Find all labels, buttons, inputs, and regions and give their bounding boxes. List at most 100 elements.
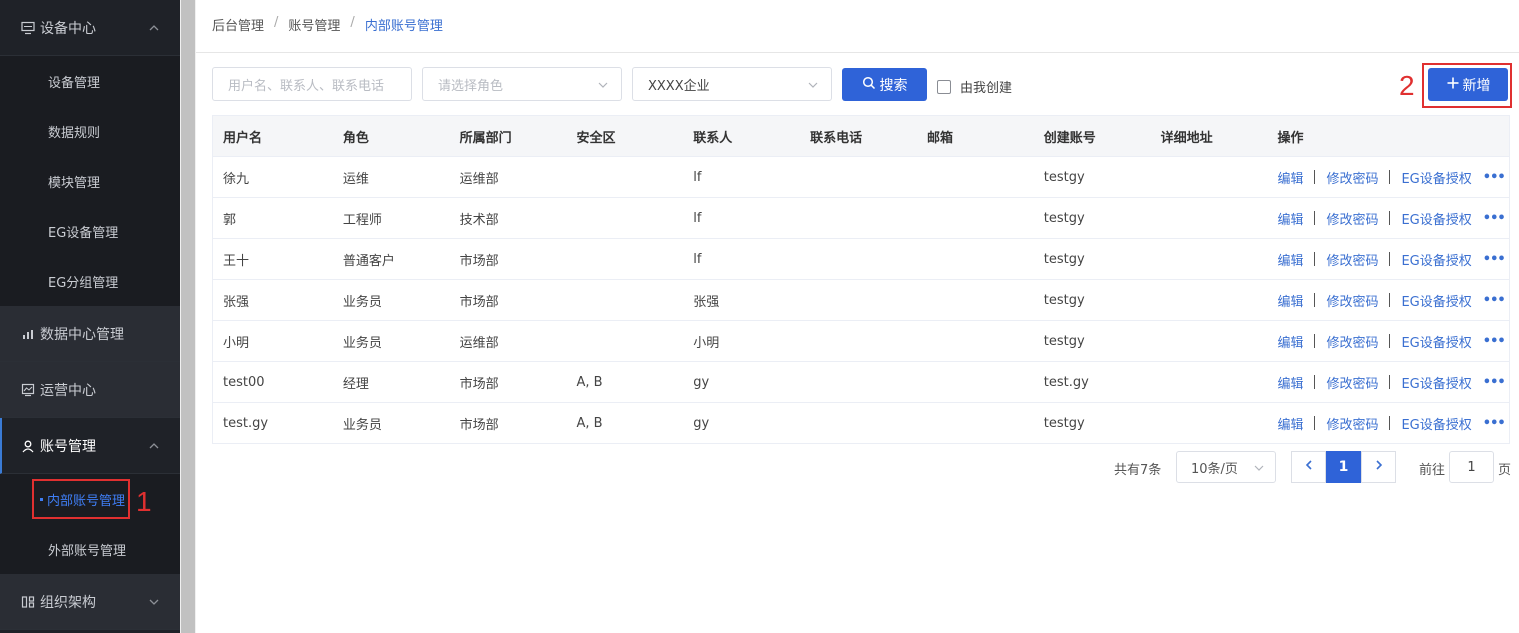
- sidebar-group-data-center[interactable]: 数据中心管理: [0, 306, 180, 362]
- plus-icon: [1446, 76, 1460, 94]
- column-header: 联系电话: [810, 130, 863, 146]
- edit-link[interactable]: 编辑: [1277, 209, 1303, 228]
- sidebar-group-device-center[interactable]: 设备中心: [0, 0, 180, 56]
- action-separator: [1389, 211, 1391, 225]
- table-row: 王十 普通客户 市场部 lf testgy 编辑 修改密码 EG设备授权 •••: [213, 239, 1509, 280]
- sidebar-scrollbar-thumb[interactable]: [181, 0, 195, 633]
- goto-page-input[interactable]: 1: [1449, 451, 1494, 483]
- table-row: 徐九 运维 运维部 lf testgy 编辑 修改密码 EG设备授权 •••: [213, 157, 1509, 198]
- more-icon[interactable]: •••: [1483, 334, 1506, 349]
- action-separator: [1314, 293, 1316, 307]
- sidebar-item-device-management[interactable]: 设备管理: [0, 56, 180, 106]
- sidebar-group-operations[interactable]: 运营中心: [0, 362, 180, 418]
- row-actions: 编辑 修改密码 EG设备授权 •••: [1267, 414, 1509, 433]
- pagination: 共有7条 10条/页 1 前往 1 页: [196, 451, 1519, 483]
- eg-device-auth-link[interactable]: EG设备授权: [1401, 168, 1471, 187]
- edit-link[interactable]: 编辑: [1277, 414, 1303, 433]
- eg-device-auth-link[interactable]: EG设备授权: [1401, 414, 1471, 433]
- sidebar-item-eg-device-management[interactable]: EG设备管理: [0, 206, 180, 256]
- table-cell: gy: [693, 415, 710, 431]
- breadcrumb: 后台管理 / 账号管理 / 内部账号管理: [212, 15, 443, 34]
- action-separator: [1314, 416, 1316, 430]
- table-cell: 郭: [223, 212, 237, 228]
- page-size-select[interactable]: 10条/页: [1176, 451, 1276, 483]
- table-cell: testgy: [1043, 251, 1085, 267]
- search-icon: [862, 76, 876, 94]
- action-separator: [1389, 375, 1391, 389]
- keyword-search-input[interactable]: 用户名、联系人、联系电话: [212, 67, 412, 101]
- more-icon[interactable]: •••: [1483, 293, 1506, 308]
- edit-link[interactable]: 编辑: [1277, 373, 1303, 392]
- eg-device-auth-link[interactable]: EG设备授权: [1401, 209, 1471, 228]
- breadcrumb-item[interactable]: 账号管理: [288, 15, 340, 34]
- table-cell: 市场部: [459, 417, 499, 433]
- more-icon[interactable]: •••: [1483, 416, 1506, 431]
- table-cell: gy: [693, 374, 710, 390]
- table-cell: A, B: [576, 374, 603, 390]
- eg-device-auth-link[interactable]: EG设备授权: [1401, 250, 1471, 269]
- sidebar-item-data-rules[interactable]: 数据规则: [0, 106, 180, 156]
- role-select[interactable]: 请选择角色: [422, 67, 622, 101]
- eg-device-auth-link[interactable]: EG设备授权: [1401, 291, 1471, 310]
- table-row: test00 经理 市场部 A, B gy test.gy 编辑 修改密码 EG设备授权 •••: [213, 362, 1509, 403]
- more-icon[interactable]: •••: [1483, 170, 1506, 185]
- table-cell: 业务员: [342, 335, 382, 351]
- eg-device-auth-link[interactable]: EG设备授权: [1401, 332, 1471, 351]
- table-cell: 技术部: [459, 212, 499, 228]
- action-separator: [1389, 416, 1391, 430]
- next-page-button[interactable]: [1361, 451, 1396, 483]
- table-cell: test.gy: [223, 415, 269, 431]
- prev-page-button[interactable]: [1291, 451, 1326, 483]
- more-icon[interactable]: •••: [1483, 375, 1506, 390]
- sidebar-item-eg-group-management[interactable]: EG分组管理: [0, 256, 180, 306]
- change-password-link[interactable]: 修改密码: [1326, 414, 1378, 433]
- add-button[interactable]: 新增: [1428, 68, 1508, 101]
- sidebar-group-label: 组织架构: [40, 594, 96, 611]
- more-icon[interactable]: •••: [1483, 211, 1506, 226]
- page-size-value: 10条/页: [1191, 461, 1238, 477]
- sidebar-item-module-management[interactable]: 模块管理: [0, 156, 180, 206]
- change-password-link[interactable]: 修改密码: [1326, 168, 1378, 187]
- edit-link[interactable]: 编辑: [1277, 291, 1303, 310]
- annotation-marker-2: 2: [1399, 70, 1415, 101]
- table-cell: 张强: [693, 294, 720, 310]
- change-password-link[interactable]: 修改密码: [1326, 209, 1378, 228]
- change-password-link[interactable]: 修改密码: [1326, 373, 1378, 392]
- sidebar-group-label: 数据中心管理: [40, 326, 124, 343]
- sidebar-item-label: EG分组管理: [48, 275, 119, 291]
- edit-link[interactable]: 编辑: [1277, 168, 1303, 187]
- company-select[interactable]: XXXX企业: [632, 67, 832, 101]
- breadcrumb-separator: /: [274, 15, 279, 30]
- chevron-up-icon: [148, 440, 160, 452]
- table-cell: 运维部: [459, 335, 499, 351]
- table-body: 徐九 运维 运维部 lf testgy 编辑 修改密码 EG设备授权 ••• 郭工程师 技术部 lf t…: [213, 157, 1509, 444]
- eg-device-auth-link[interactable]: EG设备授权: [1401, 373, 1471, 392]
- page-suffix: 页: [1498, 463, 1512, 478]
- table-row: 张强 业务员 市场部 张强 testgy 编辑 修改密码 EG设备授权 •••: [213, 280, 1509, 321]
- action-separator: [1389, 293, 1391, 307]
- sidebar-group-account-management[interactable]: 账号管理: [0, 418, 180, 474]
- change-password-link[interactable]: 修改密码: [1326, 332, 1378, 351]
- header-divider: [196, 52, 1519, 53]
- sidebar-group-organization[interactable]: 组织架构: [0, 574, 180, 630]
- table-cell: 张强: [223, 294, 250, 310]
- action-separator: [1314, 375, 1316, 389]
- created-by-me-checkbox[interactable]: 由我创建: [937, 77, 1012, 96]
- action-separator: [1314, 334, 1316, 348]
- more-icon[interactable]: •••: [1483, 252, 1506, 267]
- change-password-link[interactable]: 修改密码: [1326, 291, 1378, 310]
- edit-link[interactable]: 编辑: [1277, 250, 1303, 269]
- breadcrumb-item[interactable]: 后台管理: [212, 15, 264, 34]
- edit-link[interactable]: 编辑: [1277, 332, 1303, 351]
- page-number-current[interactable]: 1: [1326, 451, 1361, 483]
- user-icon: [20, 438, 36, 454]
- table-cell: 经理: [342, 376, 369, 392]
- checkbox-box[interactable]: [937, 79, 951, 94]
- search-button-label: 搜索: [879, 77, 908, 94]
- total-count: 共有7条: [1114, 463, 1162, 478]
- chevron-down-icon: [148, 596, 160, 608]
- change-password-link[interactable]: 修改密码: [1326, 250, 1378, 269]
- sidebar-item-external-accounts[interactable]: 外部账号管理: [0, 524, 180, 574]
- chevron-down-icon: [597, 79, 609, 91]
- search-button[interactable]: 搜索: [842, 68, 927, 101]
